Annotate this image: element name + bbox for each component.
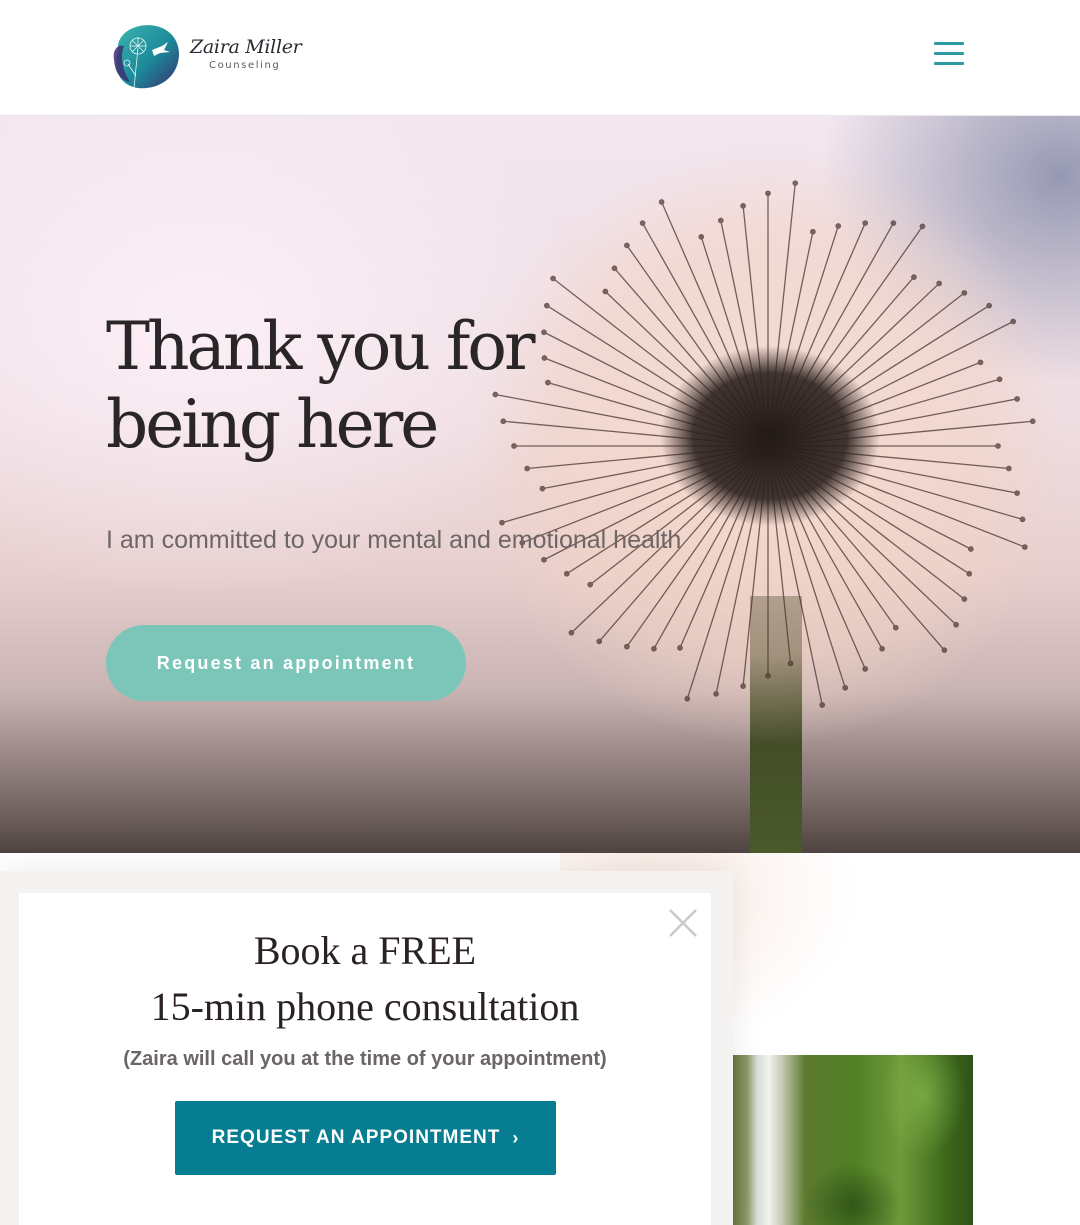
popup-note: (Zaira will call you at the time of your…: [123, 1048, 607, 1070]
chevron-right-icon: ›: [512, 1127, 520, 1148]
popup-button-label: REQUEST AN APPOINTMENT: [211, 1127, 501, 1148]
site-logo[interactable]: Zaira Miller Counseling: [108, 20, 302, 92]
popup-title: Book a FREE 15-min phone consultation: [19, 923, 711, 1035]
request-appointment-button[interactable]: Request an appointment: [106, 625, 466, 701]
hero-subtitle: I am committed to your mental and emotio…: [106, 526, 682, 554]
hamburger-menu-icon[interactable]: [932, 40, 966, 68]
hero-title-line-1: Thank you for: [106, 308, 536, 385]
garden-photo: [733, 1055, 973, 1225]
site-header: Zaira Miller Counseling: [0, 0, 1080, 116]
popup-request-appointment-button[interactable]: REQUEST AN APPOINTMENT ›: [175, 1101, 556, 1175]
logo-name: Zaira Miller: [190, 36, 302, 58]
popup-title-line-2: 15-min phone consultation: [150, 984, 580, 1029]
hero-section: Thank you for being here I am committed …: [0, 116, 1080, 853]
hero-title-line-2: being here: [106, 386, 439, 463]
dandelion-hero-image: [468, 146, 1068, 853]
popup-card: Book a FREE 15-min phone consultation (Z…: [19, 893, 711, 1225]
hero-title: Thank you for being here: [106, 308, 586, 464]
logo-subtitle: Counseling: [209, 60, 281, 71]
dandelion-logo-icon: [113, 25, 180, 89]
popup-title-line-1: Book a FREE: [253, 928, 477, 973]
consultation-popup: Book a FREE 15-min phone consultation (Z…: [0, 871, 733, 1225]
